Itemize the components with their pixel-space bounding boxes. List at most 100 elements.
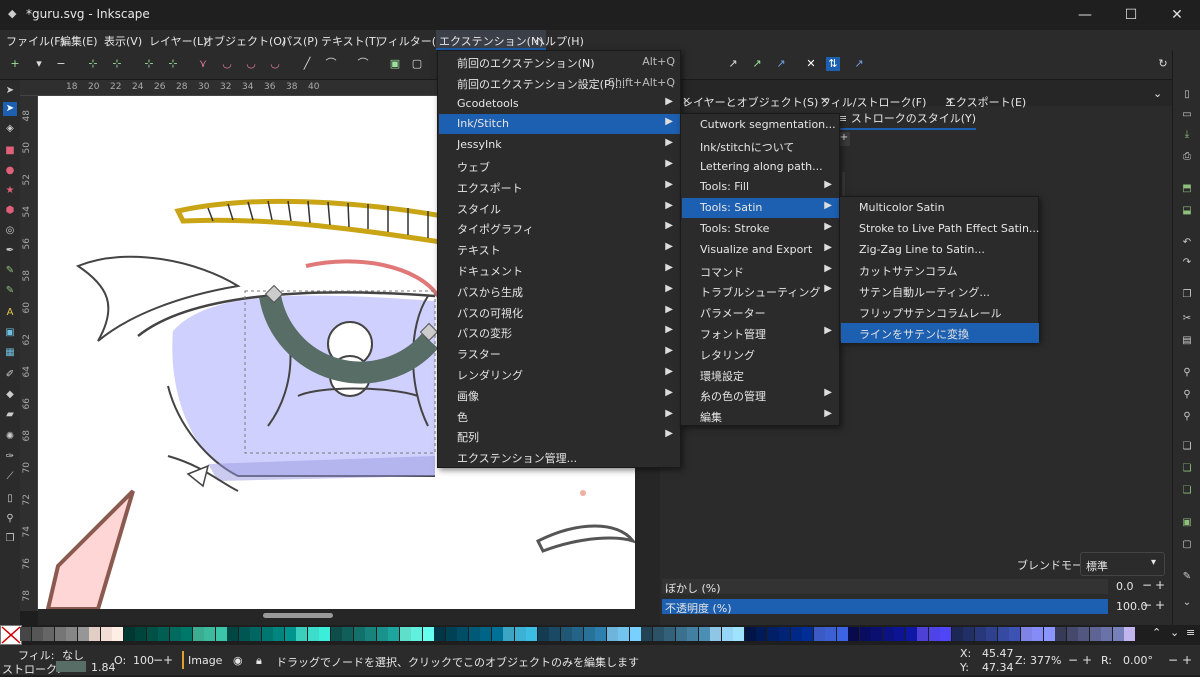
palette-swatch[interactable] (1032, 627, 1043, 641)
auto-smooth-node-icon[interactable]: ◡ (268, 57, 282, 71)
palette-swatch[interactable] (825, 627, 836, 641)
satin-menu-item-zig-zag-line-to-satin[interactable]: Zig-Zag Line to Satin... (841, 240, 1039, 260)
palette-swatch[interactable] (445, 627, 457, 641)
palette-swatch[interactable] (514, 627, 526, 641)
satin-menu-item-stroke-to-live-path-effect-satin[interactable]: Stroke to Live Path Effect Satin... (841, 219, 1039, 239)
cusp-node-icon[interactable]: ⋎ (196, 57, 210, 71)
blur-slider[interactable]: ぼかし (%) (662, 579, 1108, 595)
connector-tool-icon[interactable]: ✑ (3, 450, 17, 464)
layer-visibility-icon[interactable]: ◉ (233, 654, 243, 667)
extensions-menu-item-8[interactable]: タイポグラフィ ▶ (439, 218, 681, 238)
palette-swatch[interactable] (1043, 627, 1055, 641)
palette-swatch[interactable] (365, 627, 376, 641)
palette-swatch[interactable] (89, 627, 100, 641)
curve-segment-icon[interactable]: ⌒ (324, 57, 338, 71)
extensions-menu-item-p[interactable]: 前回のエクステンション設定(P)... Shift+Alt+Q (439, 73, 681, 93)
ellipse-tool-icon[interactable]: ● (3, 164, 17, 178)
palette-swatch[interactable] (1009, 627, 1020, 641)
palette-swatch[interactable] (227, 627, 238, 641)
transform-handles-icon[interactable]: ✕ (804, 57, 818, 71)
extensions-menu-item-jessyink[interactable]: JessyInk ▶ (439, 135, 681, 155)
palette-swatch[interactable] (1055, 627, 1066, 641)
3d-box-tool-icon[interactable]: ⬢ (3, 204, 17, 218)
scrollbar-thumb[interactable] (263, 613, 333, 618)
palette-swatch[interactable] (675, 627, 687, 641)
blur-decrement-button[interactable]: − (1142, 578, 1152, 592)
rectangle-tool-icon[interactable]: ■ (3, 144, 17, 158)
palette-swatch[interactable] (307, 627, 319, 641)
spray-tool-icon[interactable]: ✺ (3, 430, 17, 444)
inkstitch-menu-item-tools-stroke[interactable]: Tools: Stroke ▶ (682, 219, 840, 239)
pencil-tool-icon[interactable]: ✎ (3, 264, 17, 278)
rotation-value[interactable]: 0.00° (1123, 654, 1153, 667)
inkstitch-menu-item-cutwork-segmentation[interactable]: Cutwork segmentation... (682, 115, 840, 135)
palette-swatch[interactable] (1112, 627, 1124, 641)
delete-node-icon[interactable]: − (54, 57, 68, 71)
save-icon[interactable]: ⤓ (1180, 128, 1194, 142)
chevron-down-icon[interactable]: ⌄ (1180, 596, 1194, 610)
palette-swatch[interactable] (859, 627, 871, 641)
zoom-tool-icon[interactable]: ⚲ (3, 512, 17, 526)
extensions-menu-item-5[interactable]: ウェブ ▶ (439, 156, 681, 176)
palette-swatch[interactable] (905, 627, 917, 641)
palette-swatch[interactable] (595, 627, 606, 641)
zoom-selection-icon[interactable]: ⚲ (1180, 366, 1194, 380)
palette-swatch[interactable] (422, 627, 434, 641)
break-path-icon[interactable]: ⊹ (110, 57, 124, 71)
palette-swatch[interactable] (549, 627, 560, 641)
gradient-tool-icon[interactable]: ▣ (3, 326, 17, 340)
palette-swatch[interactable] (31, 627, 43, 641)
zoom-decrement-button[interactable]: − (1068, 653, 1078, 667)
menu-extensions[interactable]: エクステンション(N) (436, 30, 547, 50)
palette-swatch[interactable] (158, 627, 169, 641)
palette-swatch[interactable] (526, 627, 537, 641)
next-path-effect-icon[interactable]: ↗ (852, 57, 866, 71)
group-icon[interactable]: ▣ (1180, 516, 1194, 530)
tab-close-icon[interactable]: × (820, 94, 829, 107)
palette-swatch[interactable] (399, 627, 411, 641)
smooth-node-icon[interactable]: ◡ (220, 57, 234, 71)
pen-tool-icon[interactable]: ✒ (3, 244, 17, 258)
minimize-button[interactable]: — (1062, 0, 1108, 30)
palette-swatch[interactable] (583, 627, 595, 641)
unlink-clone-icon[interactable]: ❏ (1180, 484, 1194, 498)
menu-text[interactable]: テキスト(T) (321, 33, 380, 49)
palette-swatch[interactable] (468, 627, 480, 641)
dropper-tool-icon[interactable]: ✐ (3, 368, 17, 382)
palette-swatch[interactable] (767, 627, 779, 641)
palette-swatch[interactable] (986, 627, 997, 641)
palette-swatch[interactable] (928, 627, 940, 641)
inkstitch-menu-item-13[interactable]: 糸の色の管理 ▶ (682, 385, 840, 405)
cut-icon[interactable]: ✂ (1180, 312, 1194, 326)
maximize-button[interactable]: ☐ (1108, 0, 1154, 30)
show-path-outline-icon[interactable]: ↗ (726, 57, 740, 71)
palette-swatch[interactable] (353, 627, 365, 641)
export-icon[interactable]: ⬓ (1180, 204, 1194, 218)
inkstitch-menu-item-9[interactable]: パラメーター (682, 302, 840, 322)
extensions-menu-item-6[interactable]: エクスポート ▶ (439, 177, 681, 197)
import-icon[interactable]: ⬒ (1180, 182, 1194, 196)
palette-scroll-down-icon[interactable]: ⌄ (1170, 626, 1179, 639)
palette-swatch[interactable] (1078, 627, 1089, 641)
tab-close-icon[interactable]: × (682, 94, 691, 107)
eraser-tool-icon[interactable]: ▰ (3, 408, 17, 422)
blur-increment-button[interactable]: + (1155, 578, 1165, 592)
palette-swatch[interactable] (882, 627, 894, 641)
inkstitch-menu-item-lettering-along-path[interactable]: Lettering along path... (682, 157, 840, 177)
palette-swatch[interactable] (20, 627, 31, 641)
palette-swatch[interactable] (480, 627, 491, 641)
dropdown-arrow-icon[interactable]: ▾ (32, 57, 46, 71)
inkstitch-menu-item-12[interactable]: 環境設定 (682, 365, 840, 385)
inkstitch-menu-item-8[interactable]: トラブルシューティング ▶ (682, 281, 840, 301)
palette-swatch[interactable] (618, 627, 629, 641)
undo-icon[interactable]: ↶ (1180, 236, 1194, 250)
palette-swatch[interactable] (756, 627, 767, 641)
spiral-tool-icon[interactable]: ◎ (3, 224, 17, 238)
palette-swatch[interactable] (779, 627, 790, 641)
extensions-menu-item-18[interactable]: 配列 ▶ (439, 426, 681, 446)
star-tool-icon[interactable]: ★ (3, 184, 17, 198)
palette-swatch[interactable] (491, 627, 503, 641)
palette-swatch[interactable] (629, 627, 641, 641)
symmetric-node-icon[interactable]: ◡ (244, 57, 258, 71)
inkstitch-menu-item-11[interactable]: レタリング (682, 344, 840, 364)
